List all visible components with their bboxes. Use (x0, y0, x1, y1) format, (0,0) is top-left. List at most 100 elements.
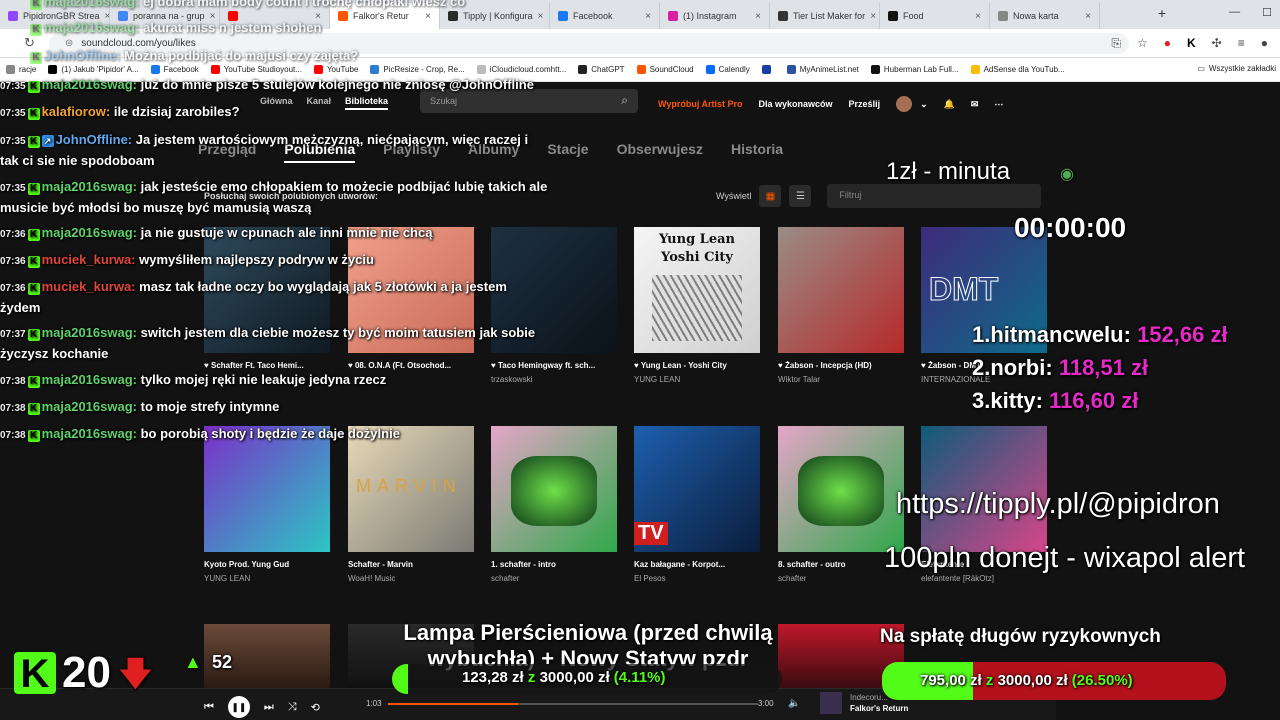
browser-tab[interactable]: Nowa karta × (990, 3, 1100, 29)
media-icon[interactable]: ≡ (1238, 36, 1245, 51)
for-artists-link[interactable]: Dla wykonawców (759, 99, 833, 109)
extensions-icon[interactable]: ✣ (1212, 36, 1222, 51)
close-tab-icon[interactable]: × (870, 11, 876, 22)
track-artist[interactable]: elefantente [RäkOtz] (921, 574, 1047, 583)
bookmark-item[interactable]: Facebook (145, 65, 205, 74)
close-tab-icon[interactable]: × (425, 11, 431, 22)
track-artwork[interactable] (778, 227, 904, 353)
bookmark-item[interactable]: racje (0, 65, 42, 74)
track-artwork[interactable] (491, 426, 617, 552)
bookmark-item[interactable]: MyAnimeList.net (781, 65, 865, 74)
track-card[interactable]: ♥ Taco Hemingway ft. sch... trzaskowski (491, 227, 617, 384)
nav-feed[interactable]: Kanał (307, 96, 332, 110)
try-artist-pro-link[interactable]: Wypróbuj Artist Pro (658, 99, 743, 109)
track-artwork[interactable] (204, 426, 330, 552)
bookmark-item[interactable]: Huberman Lab Full... (865, 65, 965, 74)
track-artist[interactable]: schafter (778, 574, 904, 583)
filter-input[interactable]: Filtruj (827, 184, 1042, 208)
bookmark-item[interactable]: ChatGPT (572, 65, 630, 74)
chat-username[interactable]: JohnOffline: (56, 132, 133, 147)
kick-ext-icon[interactable]: K (1187, 36, 1196, 51)
track-title[interactable]: ♥ Schafter Ft. Taco Hemi... (204, 361, 330, 370)
library-tab[interactable]: Stacje (547, 141, 588, 163)
browser-tab[interactable]: Tier List Maker for × (770, 3, 880, 29)
track-artwork[interactable] (778, 426, 904, 552)
pause-button[interactable]: ❚❚ (227, 696, 250, 718)
track-artwork[interactable]: Yung Lean Yoshi City (634, 227, 760, 353)
track-title[interactable]: Kaz bałagane - Korpot... (634, 560, 760, 569)
track-artist[interactable]: YUNG LEAN (634, 375, 760, 384)
bookmark-item[interactable]: AdSense dla YouTub... (965, 65, 1071, 74)
upload-link[interactable]: Prześlij (849, 99, 881, 109)
bell-icon[interactable]: 🔔 (944, 99, 955, 110)
repeat-icon[interactable]: ⟲ (311, 701, 320, 714)
chat-username[interactable]: maja2016swag: (44, 0, 139, 9)
close-tab-icon[interactable]: × (755, 11, 761, 22)
chat-username[interactable]: maja2016swag: (42, 372, 137, 387)
list-view-icon[interactable]: ☰ (789, 185, 812, 207)
close-tab-icon[interactable]: × (538, 11, 544, 22)
shuffle-icon[interactable]: ⤨ (288, 701, 297, 714)
maximize-icon[interactable]: ☐ (1262, 6, 1272, 19)
track-artist[interactable]: El Pesos (634, 574, 760, 583)
browser-tab[interactable]: Facebook × (550, 3, 660, 29)
track-artwork[interactable]: TV (634, 426, 760, 552)
previous-icon[interactable]: ⏮ (204, 701, 214, 714)
track-card[interactable]: TV Kaz bałagane - Korpot... El Pesos (634, 426, 760, 583)
track-artist[interactable]: WoaH! Music (348, 574, 474, 583)
more-icon[interactable]: ⋯ (994, 99, 1003, 110)
nav-library[interactable]: Biblioteka (345, 96, 389, 110)
browser-tab[interactable]: Food × (880, 3, 990, 29)
track-title[interactable]: 1. schafter - intro (491, 560, 617, 569)
chat-username[interactable]: maja2016swag: (42, 77, 137, 92)
close-tab-icon[interactable]: × (645, 11, 651, 22)
bookmark-item[interactable]: SoundCloud (631, 65, 700, 74)
bookmark-item[interactable]: Calendly (700, 65, 756, 74)
profile-icon[interactable]: ● (1261, 36, 1268, 51)
install-icon[interactable]: ⎘ (1111, 36, 1121, 51)
bookmark-item[interactable]: iCloudicloud.comhtt... (471, 65, 572, 74)
library-tab[interactable]: Historia (731, 141, 783, 163)
track-card[interactable]: Kyoto Prod. Yung Gud YUNG LEAN (204, 426, 330, 583)
track-title[interactable]: ♥ Yung Lean - Yoshi City (634, 361, 760, 370)
chat-username[interactable]: maja2016swag: (42, 325, 137, 340)
mail-icon[interactable]: ✉ (971, 99, 979, 110)
search-icon[interactable]: ⌕ (621, 93, 628, 108)
track-title[interactable]: ♥ 08. O.N.A (Ft. Otsochod... (348, 361, 474, 370)
chat-username[interactable]: JohnOffline: (44, 48, 121, 63)
track-artist[interactable]: trzaskowski (491, 375, 617, 384)
track-title[interactable]: Schafter - Marvin (348, 560, 474, 569)
chat-username[interactable]: kalafiorow: (42, 104, 111, 119)
track-artist[interactable]: YUNG LEAN (204, 574, 330, 583)
chevron-down-icon[interactable]: ⌄ (920, 99, 928, 110)
next-icon[interactable]: ⏭ (264, 701, 274, 714)
track-artwork[interactable]: MARVIN (348, 426, 474, 552)
avatar[interactable] (896, 96, 913, 112)
chat-username[interactable]: maja2016swag: (42, 426, 137, 441)
minimize-icon[interactable]: — (1229, 6, 1240, 19)
track-card[interactable]: ♥ 08. O.N.A (Ft. Otsochod... (348, 227, 474, 375)
track-card[interactable]: MARVIN Schafter - Marvin WoaH! Music (348, 426, 474, 583)
new-tab-icon[interactable]: + (1158, 5, 1166, 21)
volume-icon[interactable]: 🔈 (788, 698, 800, 709)
library-tab[interactable]: Obserwujesz (617, 141, 703, 163)
grid-view-icon[interactable]: ▦ (759, 185, 782, 207)
track-card[interactable]: Yung Lean Yoshi City ♥ Yung Lean - Yoshi C… (634, 227, 760, 384)
bookmark-item[interactable]: (1) Jakub 'Pipidor' A... (42, 65, 144, 74)
close-tab-icon[interactable]: × (975, 11, 981, 22)
chat-username[interactable]: maja2016swag: (44, 20, 139, 35)
site-info-icon[interactable]: ⊜ (65, 38, 73, 49)
chat-username[interactable]: muciek_kurwa: (42, 252, 136, 267)
track-card[interactable]: 1. schafter - intro schafter (491, 426, 617, 583)
all-bookmarks[interactable]: ▭ Wszystkie zakładki (1191, 64, 1280, 73)
bookmark-item[interactable]: YouTube (308, 65, 364, 74)
chat-username[interactable]: muciek_kurwa: (42, 279, 136, 294)
bookmark-star-icon[interactable]: ☆ (1137, 36, 1148, 51)
opera-icon[interactable]: ● (1164, 36, 1171, 51)
track-artist[interactable]: schafter (491, 574, 617, 583)
chat-username[interactable]: maja2016swag: (42, 225, 137, 240)
chat-username[interactable]: maja2016swag: (42, 179, 137, 194)
track-card[interactable]: ♥ Żabson - Incepcja (HD) Wiktor Talar (778, 227, 904, 384)
progress-bar[interactable] (388, 703, 758, 705)
bookmark-item[interactable]: PicResize - Crop, Re... (364, 65, 470, 74)
